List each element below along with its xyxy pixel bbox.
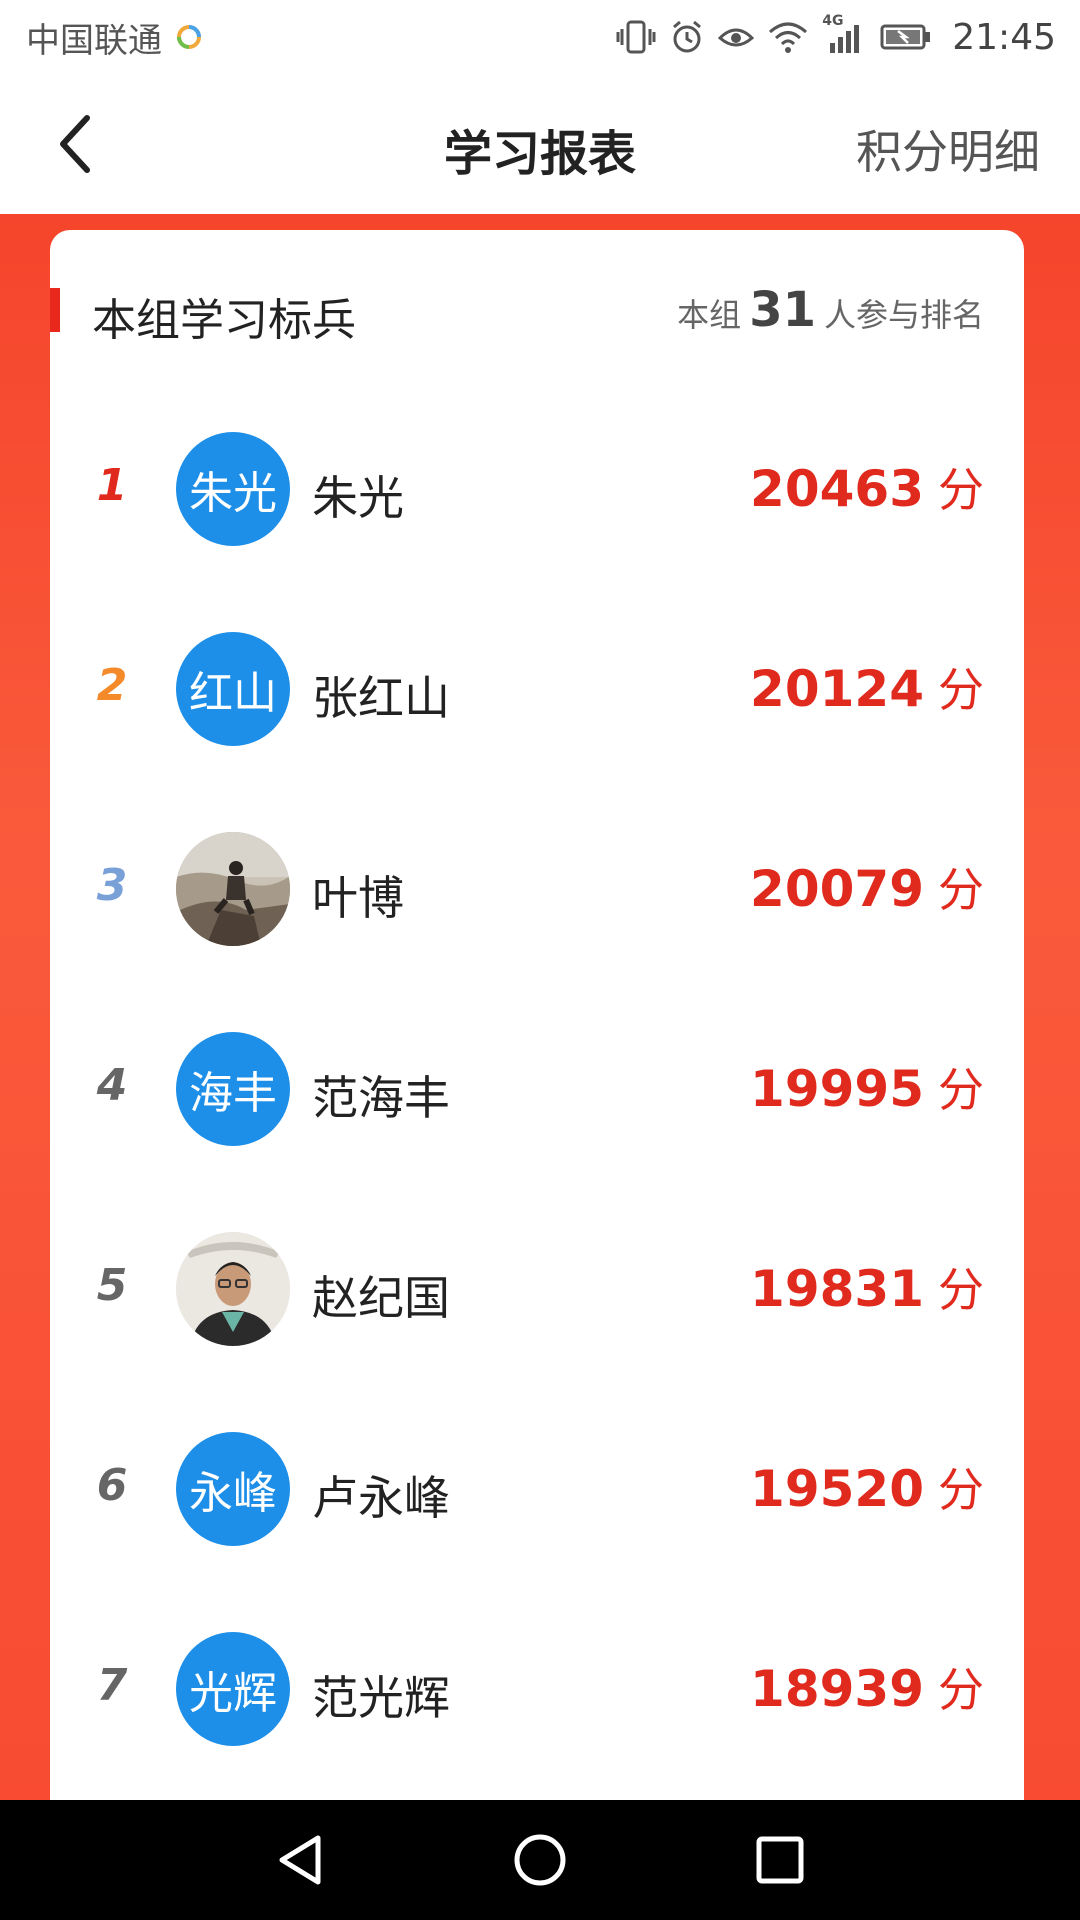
list-item[interactable]: 4 海丰 范海丰 19995 分 (50, 998, 1024, 1198)
list-item[interactable]: 6 永峰 卢永峰 19520 分 (50, 1398, 1024, 1598)
rank-number: 7 (96, 1660, 128, 1711)
system-nav-bar (0, 1800, 1080, 1920)
list-item[interactable]: 5 赵纪国 19831 分 (50, 1198, 1024, 1398)
status-left: 中国联通 (26, 13, 202, 62)
avatar-photo (176, 1232, 290, 1346)
member-name: 范海丰 (312, 1071, 450, 1125)
score-value: 18939 (750, 1660, 924, 1718)
title-marker (50, 288, 60, 332)
rank-number: 3 (96, 860, 128, 911)
member-name: 范光辉 (312, 1671, 450, 1725)
score-unit: 分 (938, 1463, 984, 1517)
list-item[interactable]: 3 叶博 20079 分 (50, 798, 1024, 998)
vibrate-icon (616, 17, 656, 57)
points-detail-link[interactable]: 积分明细 (856, 116, 1040, 182)
member-name: 叶博 (312, 871, 404, 925)
eye-comfort-icon (718, 17, 755, 57)
status-bar: 中国联通 4G 21:45 (0, 0, 1080, 74)
score: 20079 分 (750, 854, 984, 920)
status-right: 4G 21:45 (616, 13, 1056, 58)
clock-time: 21:45 (952, 16, 1056, 58)
score-value: 20079 (750, 860, 924, 918)
score-unit: 分 (938, 1263, 984, 1317)
person-photo-avatar (176, 1232, 290, 1346)
participants-prefix: 本组 (677, 296, 742, 334)
card-header: 本组学习标兵 本组 31 人参与排名 (50, 276, 1024, 346)
rank-number: 2 (96, 660, 128, 711)
triangle-back-icon (279, 1835, 321, 1885)
app-header: 学习报表 积分明细 (0, 74, 1080, 214)
landscape-photo-avatar (176, 832, 290, 946)
cellular-signal-icon: 4G (822, 13, 866, 57)
score-value: 20463 (750, 460, 924, 518)
score-value: 19520 (750, 1460, 924, 1518)
rank-number: 4 (96, 1060, 128, 1111)
rank-number: 1 (96, 460, 128, 511)
leaderboard-card: 本组学习标兵 本组 31 人参与排名 1 朱光 朱光 20463 分 2 红山 … (50, 230, 1024, 1820)
score: 19831 分 (750, 1254, 984, 1320)
score-unit: 分 (938, 463, 984, 517)
score: 19995 分 (750, 1054, 984, 1120)
score-unit: 分 (938, 663, 984, 717)
circle-home-icon (514, 1834, 566, 1886)
network-type-label: 4G (822, 13, 844, 29)
score: 20124 分 (750, 654, 984, 720)
score-unit: 分 (938, 1063, 984, 1117)
member-name: 朱光 (312, 471, 404, 525)
battery-charging-icon (880, 17, 932, 57)
rank-list: 1 朱光 朱光 20463 分 2 红山 张红山 20124 分 3 叶博 20… (50, 398, 1024, 1798)
card-title: 本组学习标兵 (92, 295, 356, 346)
screen: 中国联通 4G 21:45 学习报表 积分明细 本组学习标兵 本组 31 人参与… (0, 0, 1080, 1920)
score: 19520 分 (750, 1454, 984, 1520)
rank-number: 5 (96, 1260, 128, 1311)
avatar: 海丰 (176, 1032, 290, 1146)
wifi-icon (768, 17, 808, 57)
list-item[interactable]: 7 光辉 范光辉 18939 分 (50, 1598, 1024, 1798)
member-name: 卢永峰 (312, 1471, 450, 1525)
rank-number: 6 (96, 1460, 128, 1511)
list-item[interactable]: 2 红山 张红山 20124 分 (50, 598, 1024, 798)
list-item[interactable]: 1 朱光 朱光 20463 分 (50, 398, 1024, 598)
avatar-photo (176, 832, 290, 946)
participant-count: 本组 31 人参与排名 (677, 282, 984, 338)
score-unit: 分 (938, 1663, 984, 1717)
score-unit: 分 (938, 863, 984, 917)
score-value: 19995 (750, 1060, 924, 1118)
member-name: 张红山 (312, 671, 450, 725)
score-value: 20124 (750, 660, 924, 718)
score: 20463 分 (750, 454, 984, 520)
avatar: 永峰 (176, 1432, 290, 1546)
system-recents-button[interactable] (735, 1815, 825, 1905)
carrier-app-icon (176, 17, 202, 57)
participants-number: 31 (749, 282, 816, 338)
participants-suffix: 人参与排名 (823, 296, 984, 334)
member-name: 赵纪国 (312, 1271, 450, 1325)
square-recents-icon (756, 1836, 804, 1884)
system-home-button[interactable] (495, 1815, 585, 1905)
avatar: 光辉 (176, 1632, 290, 1746)
avatar: 朱光 (176, 432, 290, 546)
system-back-button[interactable] (255, 1815, 345, 1905)
score: 18939 分 (750, 1654, 984, 1720)
carrier-label: 中国联通 (26, 20, 162, 61)
alarm-icon (670, 17, 704, 57)
score-value: 19831 (750, 1260, 924, 1318)
avatar: 红山 (176, 632, 290, 746)
